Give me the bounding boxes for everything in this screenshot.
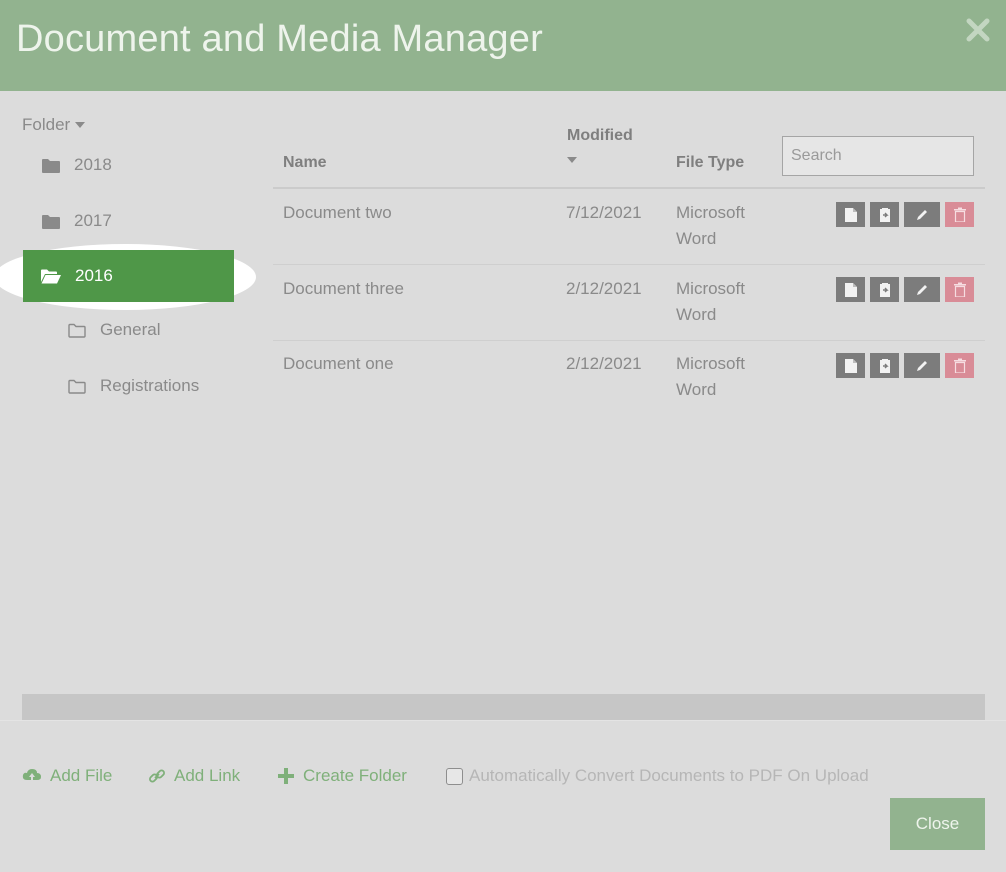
file-icon [844, 282, 857, 297]
add-file-label: Add File [50, 766, 113, 785]
link-icon [149, 769, 165, 783]
modified-header-label: Modified [567, 127, 633, 144]
file-type-line: Microsoft [676, 279, 745, 298]
move-file-button[interactable] [870, 277, 899, 302]
view-file-button[interactable] [836, 202, 865, 227]
row-actions [836, 353, 974, 378]
folder-icon [42, 214, 60, 229]
file-type-line: Microsoft [676, 203, 745, 222]
subfolder-label: Registrations [100, 376, 200, 395]
row-modified: 2/12/2021 [566, 354, 642, 373]
edit-file-button[interactable] [904, 277, 940, 302]
delete-file-button[interactable] [945, 202, 974, 227]
file-icon [844, 358, 857, 373]
clipboard-icon [879, 283, 890, 297]
add-link-button[interactable]: Add Link [148, 766, 240, 786]
header-divider [273, 187, 985, 189]
folder-dropdown-label: Folder [22, 115, 71, 134]
folder-item-2016-selected[interactable]: 2016 [23, 250, 234, 302]
create-folder-button[interactable]: Create Folder [277, 766, 407, 786]
trash-icon [953, 207, 966, 222]
pencil-icon [917, 360, 927, 371]
row-divider [273, 264, 985, 265]
file-type-line: Word [676, 305, 717, 324]
row-divider [273, 340, 985, 341]
folder-label: 2016 [75, 266, 113, 285]
folder-outline-icon [68, 323, 86, 338]
add-file-button[interactable]: Add File [22, 766, 112, 786]
folder-label: 2017 [74, 211, 112, 230]
view-file-button[interactable] [836, 353, 865, 378]
row-actions [836, 277, 974, 302]
clipboard-icon [879, 359, 890, 373]
file-type-line: Word [676, 380, 717, 399]
column-header-modified[interactable]: Modified [567, 127, 633, 168]
row-file-type: Microsoft Word [676, 276, 745, 328]
folder-label: 2018 [74, 155, 112, 174]
file-type-line: Microsoft [676, 354, 745, 373]
trash-icon [953, 282, 966, 297]
auto-convert-label[interactable]: Automatically Convert Documents to PDF O… [469, 766, 869, 786]
auto-convert-option: Automatically Convert Documents to PDF O… [446, 766, 869, 786]
move-file-button[interactable] [870, 353, 899, 378]
folder-open-icon [41, 269, 61, 283]
delete-file-button[interactable] [945, 353, 974, 378]
create-folder-label: Create Folder [303, 766, 407, 785]
column-header-name[interactable]: Name [283, 154, 327, 172]
sort-desc-icon [567, 157, 577, 163]
move-file-button[interactable] [870, 202, 899, 227]
subfolder-label: General [100, 320, 161, 339]
footer-divider [0, 720, 1006, 721]
row-modified: 2/12/2021 [566, 279, 642, 298]
auto-convert-checkbox[interactable] [446, 767, 463, 785]
close-icon[interactable] [964, 16, 992, 44]
close-button[interactable]: Close [890, 798, 985, 850]
file-icon [844, 207, 857, 222]
folder-item-2018[interactable]: 2018 [42, 155, 112, 175]
edit-file-button[interactable] [904, 202, 940, 227]
folder-icon [42, 158, 60, 173]
folder-item-2017[interactable]: 2017 [42, 211, 112, 231]
delete-file-button[interactable] [945, 277, 974, 302]
subfolder-item-general[interactable]: General [68, 320, 160, 340]
file-type-line: Word [676, 229, 717, 248]
row-file-type: Microsoft Word [676, 351, 745, 403]
modal-title: Document and Media Manager [16, 18, 543, 60]
row-modified: 7/12/2021 [566, 203, 642, 222]
subfolder-item-registrations[interactable]: Registrations [68, 376, 199, 396]
column-header-file-type[interactable]: File Type [676, 154, 744, 172]
pencil-icon [917, 284, 927, 295]
folder-outline-icon [68, 379, 86, 394]
row-actions [836, 202, 974, 227]
search-input[interactable] [782, 136, 974, 176]
row-name-document-two[interactable]: Document two [283, 200, 392, 226]
modal-header: Document and Media Manager [0, 0, 1006, 91]
cloud-upload-icon [22, 769, 41, 783]
horizontal-scrollbar[interactable] [22, 694, 985, 720]
clipboard-icon [879, 208, 890, 222]
edit-file-button[interactable] [904, 353, 940, 378]
add-link-label: Add Link [174, 766, 241, 785]
caret-down-icon [75, 122, 86, 128]
trash-icon [953, 358, 966, 373]
pencil-icon [917, 209, 927, 220]
row-name-document-three[interactable]: Document three [283, 276, 404, 302]
row-name-document-one[interactable]: Document one [283, 351, 394, 377]
row-file-type: Microsoft Word [676, 200, 745, 252]
folder-dropdown[interactable]: Folder [22, 115, 86, 135]
view-file-button[interactable] [836, 277, 865, 302]
plus-icon [278, 768, 294, 784]
